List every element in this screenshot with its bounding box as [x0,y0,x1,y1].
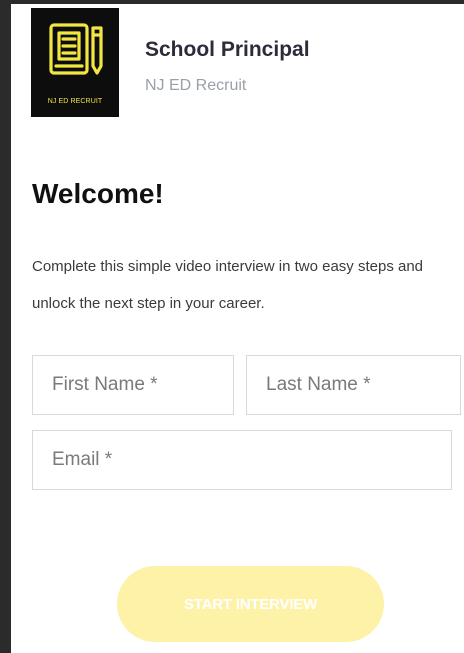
start-interview-button[interactable]: START INTERVIEW [117,566,384,642]
email-input[interactable] [33,431,451,489]
interview-card: NJ ED RECRUIT School Principal NJ ED Rec… [11,4,464,653]
last-name-field-wrapper [246,355,461,415]
intro-text: Complete this simple video interview in … [32,258,424,312]
first-name-field-wrapper [32,355,234,415]
last-name-input[interactable] [247,356,460,414]
window-edge [0,0,11,653]
job-title: School Principal [145,38,310,61]
company-logo: NJ ED RECRUIT [31,8,119,117]
notepad-pencil-icon [49,23,103,75]
welcome-heading: Welcome! [32,178,164,209]
company-name: NJ ED Recruit [145,77,247,94]
first-name-input[interactable] [33,356,233,414]
email-field-wrapper [32,430,452,490]
logo-text: NJ ED RECRUIT [47,98,103,105]
